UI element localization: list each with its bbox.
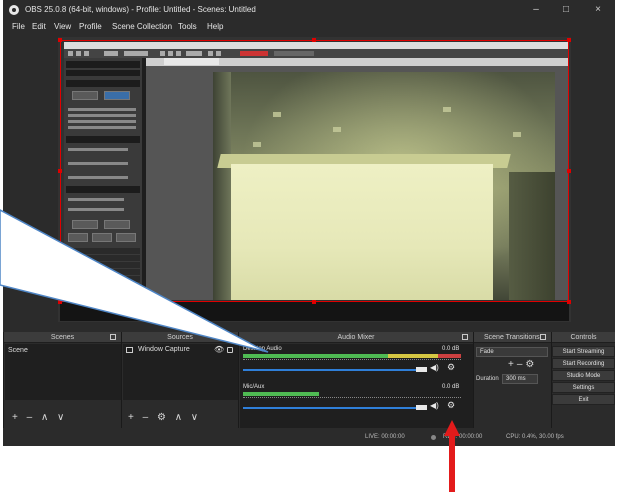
settings-button[interactable]: Settings bbox=[552, 382, 615, 393]
resize-handle-tl[interactable] bbox=[58, 38, 62, 42]
rec-dot-icon bbox=[431, 435, 436, 440]
audio-mixer-dock: Audio Mixer Desktop Audio 0.0 dB ◀) ⚙ Mi… bbox=[238, 332, 473, 428]
close-button[interactable]: × bbox=[587, 2, 609, 18]
menu-bar: File Edit View Profile Scene Collection … bbox=[3, 20, 615, 35]
source-item[interactable]: Window Capture bbox=[138, 346, 190, 353]
mic-aux-volume-slider[interactable] bbox=[243, 407, 419, 409]
transition-toolbar[interactable]: +–⚙ bbox=[508, 359, 537, 370]
resize-handle-tr[interactable] bbox=[567, 38, 571, 42]
scenes-toolbar[interactable]: + – ∧ ∨ bbox=[12, 412, 67, 423]
transition-select[interactable]: Fade bbox=[476, 347, 548, 357]
sources-dock: Sources Window Capture 👁 + – ⚙ ∧ ∨ bbox=[121, 332, 238, 428]
speaker-icon[interactable]: ◀) bbox=[430, 363, 439, 372]
gear-icon[interactable]: ⚙ bbox=[447, 362, 455, 373]
captured-status-strip bbox=[60, 302, 569, 321]
start-recording-button[interactable]: Start Recording bbox=[552, 358, 615, 369]
duration-label: Duration bbox=[476, 376, 499, 382]
resize-handle-r[interactable] bbox=[567, 169, 571, 173]
exit-button[interactable]: Exit bbox=[552, 394, 615, 405]
duration-field[interactable]: 300 ms bbox=[502, 374, 538, 384]
undock-icon[interactable] bbox=[110, 334, 116, 340]
menu-profile[interactable]: Profile bbox=[79, 22, 102, 31]
desktop-audio-scale bbox=[243, 359, 461, 364]
scenes-title: Scenes bbox=[50, 334, 75, 341]
start-streaming-button[interactable]: Start Streaming bbox=[552, 346, 615, 357]
undock-icon[interactable] bbox=[462, 334, 468, 340]
desktop-audio-volume-knob[interactable] bbox=[416, 367, 427, 372]
lock-icon[interactable] bbox=[227, 347, 233, 353]
menu-help[interactable]: Help bbox=[207, 22, 223, 31]
menu-edit[interactable]: Edit bbox=[32, 22, 46, 31]
obs-window: OBS 25.0.8 (64-bit, windows) - Profile: … bbox=[3, 0, 615, 446]
menu-view[interactable]: View bbox=[54, 22, 71, 31]
mic-aux-scale bbox=[243, 397, 461, 402]
resize-handle-bl[interactable] bbox=[58, 300, 62, 304]
gear-icon[interactable]: ⚙ bbox=[447, 400, 455, 411]
undock-icon[interactable] bbox=[540, 334, 546, 340]
controls-title: Controls bbox=[570, 334, 597, 341]
studio-mode-button[interactable]: Studio Mode bbox=[552, 370, 615, 381]
resize-handle-l[interactable] bbox=[58, 169, 62, 173]
menu-file[interactable]: File bbox=[12, 22, 25, 31]
maximize-button[interactable]: □ bbox=[555, 2, 577, 18]
sources-title: Sources bbox=[167, 334, 193, 341]
menu-scene-collection[interactable]: Scene Collection bbox=[112, 22, 172, 31]
status-bar: LIVE: 00:00:00 REC: 00:00:00 CPU: 0.4%, … bbox=[3, 430, 615, 446]
window-title: OBS 25.0.8 (64-bit, windows) - Profile: … bbox=[25, 5, 256, 14]
rec-timer: REC: 00:00:00 bbox=[443, 434, 483, 440]
desktop-audio-meter bbox=[243, 354, 461, 358]
mic-aux-label: Mic/Aux bbox=[243, 384, 265, 390]
live-timer: LIVE: 00:00:00 bbox=[365, 434, 405, 440]
source-bounding-box[interactable] bbox=[60, 40, 569, 302]
sources-toolbar[interactable]: + – ⚙ ∧ ∨ bbox=[128, 412, 201, 423]
obs-logo-icon bbox=[9, 5, 19, 15]
scene-item[interactable]: Scene bbox=[8, 347, 28, 354]
mic-aux-db: 0.0 dB bbox=[442, 384, 460, 390]
speaker-icon[interactable]: ◀) bbox=[430, 401, 439, 410]
title-bar: OBS 25.0.8 (64-bit, windows) - Profile: … bbox=[3, 0, 615, 20]
scenes-dock: Scenes Scene + – ∧ ∨ bbox=[3, 332, 121, 428]
desktop-audio-label: Desktop Audio bbox=[243, 346, 282, 352]
cpu-stats: CPU: 0.4%, 30.00 fps bbox=[506, 434, 564, 440]
mic-aux-meter bbox=[243, 392, 461, 396]
resize-handle-b[interactable] bbox=[312, 300, 316, 304]
resize-handle-br[interactable] bbox=[567, 300, 571, 304]
menu-tools[interactable]: Tools bbox=[178, 22, 197, 31]
minimize-button[interactable]: – bbox=[525, 2, 547, 18]
preview-canvas[interactable] bbox=[58, 37, 571, 322]
mic-aux-volume-knob[interactable] bbox=[416, 405, 427, 410]
resize-handle-t[interactable] bbox=[312, 38, 316, 42]
desktop-audio-db: 0.0 dB bbox=[442, 346, 460, 352]
audio-mixer-title: Audio Mixer bbox=[337, 334, 375, 341]
window-capture-icon bbox=[126, 347, 133, 353]
desktop-audio-volume-slider[interactable] bbox=[243, 369, 419, 371]
scene-transitions-dock: Scene Transitions Fade +–⚙ Duration 300 … bbox=[473, 332, 551, 428]
eye-icon[interactable]: 👁 bbox=[214, 345, 224, 354]
